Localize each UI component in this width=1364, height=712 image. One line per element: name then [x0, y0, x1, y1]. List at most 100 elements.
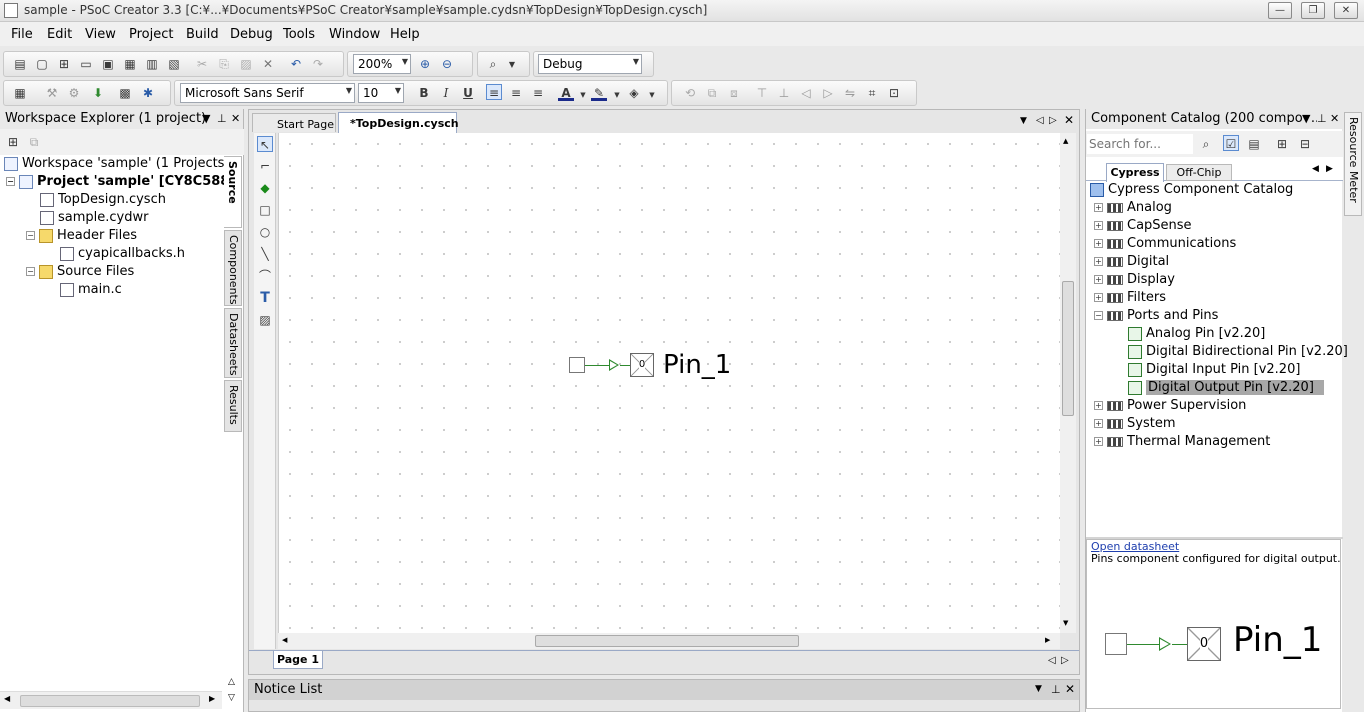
schematic-canvas[interactable]: 0 Pin_1: [278, 133, 1060, 633]
build-icon[interactable]: ⚒: [44, 85, 60, 101]
catalog-item-system[interactable]: + System: [1094, 415, 1175, 433]
menu-help[interactable]: Help: [390, 27, 420, 42]
catalog-item-digital-output-pin[interactable]: Digital Output Pin [v2.20]: [1128, 379, 1324, 397]
ungroup-icon[interactable]: ⧈: [726, 85, 742, 101]
italic-button[interactable]: I: [438, 85, 454, 101]
find-icon[interactable]: ⌕: [1198, 136, 1214, 152]
close-icon[interactable]: ✕: [1330, 112, 1340, 125]
output-pin-component[interactable]: 0 Pin_1: [569, 350, 749, 380]
image-tool-icon[interactable]: ▨: [257, 312, 273, 328]
page-tab-1[interactable]: Page 1: [273, 651, 323, 669]
side-tab-source[interactable]: Source: [224, 156, 242, 228]
snap-grid-icon[interactable]: ⌗: [864, 85, 880, 101]
catalog-settings-icon[interactable]: ⊟: [1297, 136, 1313, 152]
zoom-in-icon[interactable]: ⊕: [417, 56, 433, 72]
align-bottom-icon[interactable]: ⊥: [776, 85, 792, 101]
add-item-icon[interactable]: ⊞: [56, 56, 72, 72]
properties-icon[interactable]: ⊞: [5, 134, 21, 150]
expand-icon[interactable]: +: [1094, 239, 1103, 248]
catalog-item-filters[interactable]: + Filters: [1094, 289, 1166, 307]
menu-view[interactable]: View: [85, 27, 116, 42]
tree-item-main-c[interactable]: main.c: [60, 281, 122, 299]
collapse-icon[interactable]: −: [26, 267, 35, 276]
fill-color-icon[interactable]: ◈: [626, 85, 642, 101]
scroll-tabs-left-icon[interactable]: ◁: [1036, 115, 1044, 126]
underline-button[interactable]: U: [460, 85, 476, 101]
pin-icon[interactable]: ⊥: [1317, 112, 1327, 125]
menu-window[interactable]: Window: [329, 27, 380, 42]
collapse-icon[interactable]: −: [26, 231, 35, 240]
scroll-right-icon[interactable]: ▶: [1045, 636, 1050, 644]
catalog-item-thermal-management[interactable]: + Thermal Management: [1094, 433, 1270, 451]
tree-view-icon[interactable]: ☑: [1223, 135, 1239, 151]
bold-button[interactable]: B: [416, 85, 432, 101]
menu-tools[interactable]: Tools: [283, 27, 315, 42]
chevron-down-icon[interactable]: ▼: [1020, 116, 1027, 126]
expand-icon[interactable]: +: [1094, 221, 1103, 230]
tab-start-page[interactable]: Start Page: [252, 113, 336, 132]
scroll-down-icon[interactable]: ▼: [1063, 619, 1068, 627]
tree-item-header-files[interactable]: − Header Files: [26, 227, 137, 245]
open-folder-icon[interactable]: ▭: [78, 56, 94, 72]
group-icon[interactable]: ⧉: [704, 85, 720, 101]
side-tab-datasheets[interactable]: Datasheets: [224, 308, 242, 378]
side-tab-results[interactable]: Results: [224, 380, 242, 432]
wire-tool-icon[interactable]: ⌐: [257, 158, 273, 174]
tree-item-topdesign[interactable]: TopDesign.cysch: [40, 191, 166, 209]
scroll-tabs-right-icon[interactable]: ▶: [1326, 164, 1333, 174]
catalog-item-ports-and-pins[interactable]: − Ports and Pins: [1094, 307, 1218, 325]
ellipse-tool-icon[interactable]: ○: [257, 224, 273, 240]
scroll-up-icon[interactable]: △: [228, 677, 235, 687]
net-label-icon[interactable]: ◆: [257, 180, 273, 196]
catalog-item-digital[interactable]: + Digital: [1094, 253, 1169, 271]
chevron-down-icon[interactable]: ▼: [504, 57, 520, 73]
font-color-icon[interactable]: A: [558, 85, 574, 101]
tree-item-workspace[interactable]: Workspace 'sample' (1 Projects): [4, 155, 230, 173]
menu-project[interactable]: Project: [129, 27, 173, 42]
catalog-item-power-supervision[interactable]: + Power Supervision: [1094, 397, 1246, 415]
zoom-combo[interactable]: 200% ▼: [353, 54, 411, 74]
zoom-out-icon[interactable]: ⊖: [439, 56, 455, 72]
font-size-combo[interactable]: 10 ▼: [358, 83, 404, 103]
copy-icon[interactable]: ⎘: [216, 56, 232, 72]
expand-icon[interactable]: +: [1094, 275, 1103, 284]
redo-icon[interactable]: ↷: [310, 56, 326, 72]
chip-icon[interactable]: ▩: [117, 85, 133, 101]
print-icon[interactable]: ▥: [144, 56, 160, 72]
delete-icon[interactable]: ✕: [260, 56, 276, 72]
scroll-thumb[interactable]: [20, 695, 200, 707]
scroll-tabs-right-icon[interactable]: ▷: [1049, 115, 1057, 126]
new-project-icon[interactable]: ▤: [12, 56, 28, 72]
expand-icon[interactable]: +: [1094, 419, 1103, 428]
expand-icon[interactable]: +: [1094, 257, 1103, 266]
tree-item-cyapicallbacks[interactable]: cyapicallbacks.h: [60, 245, 185, 263]
font-name-combo[interactable]: Microsoft Sans Serif ▼: [180, 83, 355, 103]
collapse-icon[interactable]: −: [1094, 311, 1103, 320]
pin-icon[interactable]: ⊥: [1051, 683, 1061, 696]
close-icon[interactable]: ✕: [231, 112, 240, 125]
catalog-item-display[interactable]: + Display: [1094, 271, 1175, 289]
distribute-icon[interactable]: ⊡: [886, 85, 902, 101]
scroll-right-icon[interactable]: ▶: [209, 694, 215, 703]
catalog-item-analog[interactable]: + Analog: [1094, 199, 1172, 217]
tab-cypress[interactable]: Cypress: [1106, 163, 1164, 182]
close-button[interactable]: ✕: [1334, 2, 1358, 19]
collapse-icon[interactable]: −: [6, 177, 15, 186]
tree-item-cydwr[interactable]: sample.cydwr: [40, 209, 148, 227]
catalog-item-communications[interactable]: + Communications: [1094, 235, 1236, 253]
arc-tool-icon[interactable]: ⌒: [257, 268, 273, 284]
align-center-icon[interactable]: ≡: [508, 85, 524, 101]
scroll-thumb[interactable]: [1062, 281, 1074, 416]
select-pointer-icon[interactable]: ↖: [257, 136, 273, 152]
catalog-item-capsense[interactable]: + CapSense: [1094, 217, 1192, 235]
program-icon[interactable]: ⬇: [90, 85, 106, 101]
scroll-up-icon[interactable]: ▲: [1063, 137, 1068, 145]
canvas-horizontal-scrollbar[interactable]: ◀ ▶: [278, 633, 1060, 649]
tab-off-chip[interactable]: Off-Chip: [1166, 164, 1232, 181]
page-next-icon[interactable]: ▷: [1061, 655, 1069, 666]
expand-icon[interactable]: +: [1094, 401, 1103, 410]
scroll-left-icon[interactable]: ◀: [282, 636, 287, 644]
chevron-down-icon[interactable]: ▼: [609, 87, 625, 103]
paste-icon[interactable]: ▨: [238, 56, 254, 72]
catalog-item-digital-input-pin[interactable]: Digital Input Pin [v2.20]: [1128, 361, 1300, 379]
